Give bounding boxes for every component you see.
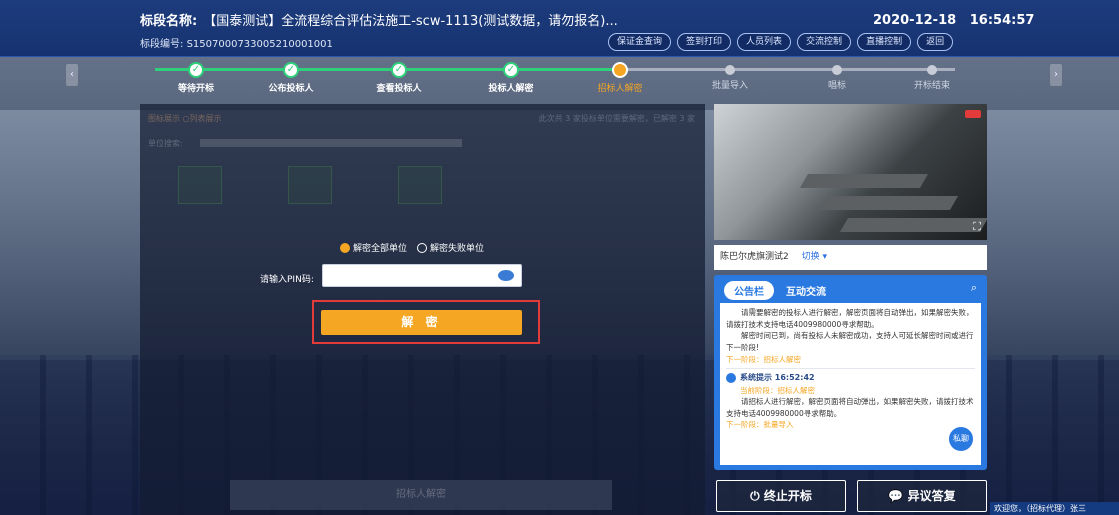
check-icon: ✓ [188,62,204,78]
step-label: 开标结束 [913,81,950,91]
system-message-header: 系统提示 16:52:42 [726,372,975,384]
step-label: 批量导入 [711,81,748,91]
message-text: 请招标人进行解密，解密页面将自动弹出，如果解密失败，请拨打技术支持电话40099… [726,397,974,418]
bid-code-value: S1507000733005210001001 [186,39,333,50]
message-text: 解密时间已到，尚有投标人未解密成功，支持人可延长解密时间或进行下一阶段! [726,331,974,352]
camera-switch-label: 切换 [801,252,820,262]
check-icon: ✓ [283,62,299,78]
radio-failed-label: 解密失败单位 [430,244,485,254]
check-icon: ✓ [503,62,519,78]
system-message-title: 系统提示 16:52:42 [740,373,815,383]
unit-search-label: 单位搜索: [148,139,183,148]
step-view: ✓ 查看投标人 [359,60,439,94]
pin-input[interactable] [322,264,522,287]
eye-icon[interactable] [498,270,514,281]
pin-label: 请输入PIN码: [260,275,314,285]
chat-bubble-icon: 💬 [888,489,904,503]
step-tenderer-decrypt: 招标人解密 [580,60,660,94]
datetime: 2020-12-18 16:54:57 [873,13,1034,28]
step-import: 批量导入 [690,60,770,91]
tenderer-decrypt-bar: 招标人解密 [230,480,612,510]
decrypt-button[interactable]: 解 密 [321,310,522,335]
next-stage-text: 下一阶段：招标人解密 [726,354,801,364]
radio-checked-icon [340,242,350,253]
header-bar: 标段名称: 【国泰测试】全流程综合评估法施工-scw-1113(测试数据，请勿报名… [0,0,1119,57]
step-label: 投标人解密 [488,84,534,94]
progress-steps: ✓ 等待开标 ✓ 公布投标人 ✓ 查看投标人 ✓ 投标人解密 招标人解密 批量导… [140,60,980,100]
live-control-button[interactable]: 直播控制 [857,33,912,51]
bid-title: 标段名称: 【国泰测试】全流程综合评估法施工-scw-1113(测试数据，请勿报名… [140,10,618,29]
view-toggle[interactable]: 图标展示 ○列表展示 [148,113,222,124]
camera-feed: ⛶ [714,104,987,240]
avatar-icon [726,373,736,384]
radio-all-label: 解密全部单位 [353,244,408,254]
decrypt-scope-radios: 解密全部单位 解密失败单位 [340,241,484,254]
message-text: 请需要解密的投标人进行解密，解密页面将自动弹出，如果解密失败，请拨打技术支持电话… [726,308,974,329]
current-step-icon [612,62,628,78]
step-sing: 唱标 [797,60,877,91]
notice-messages: 请需要解密的投标人进行解密，解密页面将自动弹出，如果解密失败，请拨打技术支持电话… [720,303,981,465]
radio-unchecked-icon [417,242,428,253]
welcome-text: 欢迎您，（招标代理）张三 [990,502,1119,515]
step-waiting: ✓ 等待开标 [156,60,236,94]
desk-shape [819,196,959,210]
stop-opening-button[interactable]: ⏻ 终止开标 [716,480,846,512]
unit-search-input[interactable] [200,139,462,147]
radio-decrypt-all[interactable]: 解密全部单位 [340,241,407,254]
notice-panel: 公告栏 互动交流 ⌕ 请需要解密的投标人进行解密，解密页面将自动弹出，如果解密失… [714,275,987,470]
folder-icon [288,166,332,204]
step-label: 等待开标 [177,84,214,94]
camera-name: 陈巴尔虎旗测试2 [720,252,789,262]
camera-bar: 陈巴尔虎旗测试2 切换 ▾ [714,245,987,270]
step-end: 开标结束 [892,60,972,91]
decrypt-count: 此次共 3 家投标单位需要解密，已解密 3 家 [538,114,695,123]
bid-title-label: 标段名称: [140,14,198,29]
record-indicator-icon [965,110,981,118]
folder-icon [178,166,222,204]
desk-shape [839,218,987,232]
pending-step-icon [725,65,735,75]
desk-shape [799,174,929,188]
pending-step-icon [927,65,937,75]
deposit-query-button[interactable]: 保证金查询 [608,33,672,51]
divider [726,368,975,370]
radio-decrypt-failed[interactable]: 解密失败单位 [417,241,484,254]
objection-reply-button[interactable]: 💬 异议答复 [857,480,987,512]
pending-step-icon [832,65,842,75]
checkin-print-button[interactable]: 签到打印 [677,33,732,51]
search-icon[interactable]: ⌕ [971,281,977,295]
tab-interaction[interactable]: 互动交流 [786,281,826,300]
step-publish: ✓ 公布投标人 [251,60,331,94]
decrypt-panel: 图标展示 ○列表展示 此次共 3 家投标单位需要解密，已解密 3 家 单位搜索:… [140,104,705,515]
objection-reply-label: 异议答复 [907,489,956,503]
personnel-list-button[interactable]: 人员列表 [737,33,792,51]
next-stage-text: 下一阶段：批量导入 [726,420,794,430]
chat-control-button[interactable]: 交流控制 [797,33,852,51]
step-bidder-decrypt: ✓ 投标人解密 [471,60,551,94]
bid-title-value: 【国泰测试】全流程综合评估法施工-scw-1113(测试数据，请勿报名)... [203,14,618,29]
notice-tabs: 公告栏 互动交流 [724,281,826,300]
folder-icon [398,166,442,204]
bid-code-label: 标段编号: [140,39,184,50]
back-button[interactable]: 返回 [917,33,954,51]
prev-arrow-icon[interactable]: ‹ [66,64,78,86]
bid-code: 标段编号: S1507000733005210001001 [140,35,333,50]
date-text: 2020-12-18 [873,13,957,28]
step-label: 公布投标人 [268,84,314,94]
step-label: 唱标 [827,81,846,91]
header-buttons: 保证金查询 签到打印 人员列表 交流控制 直播控制 返回 [608,33,954,51]
camera-switch-button[interactable]: 切换 ▾ [802,252,827,262]
current-stage-text: 当前阶段：招标人解密 [740,385,815,395]
private-chat-button[interactable]: 私聊 [947,425,975,453]
time-text: 16:54:57 [969,13,1035,28]
check-icon: ✓ [391,62,407,78]
next-arrow-icon[interactable]: › [1050,64,1062,86]
fullscreen-icon[interactable]: ⛶ [973,220,981,234]
tab-bulletin[interactable]: 公告栏 [724,281,774,300]
step-label: 招标人解密 [597,84,643,94]
step-label: 查看投标人 [376,84,422,94]
